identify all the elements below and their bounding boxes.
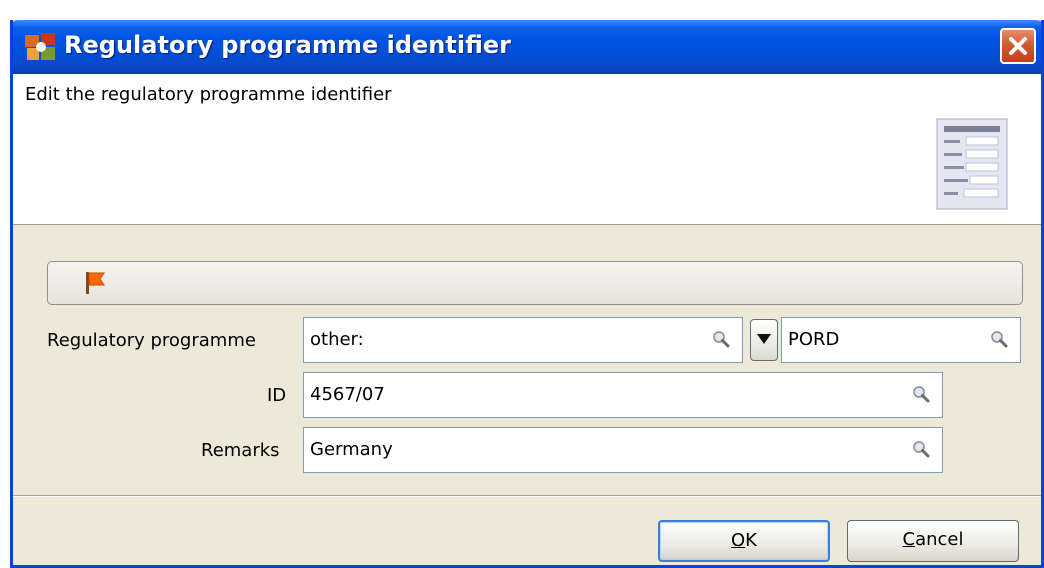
remarks-value: Germany	[310, 439, 393, 460]
form-document-icon	[936, 118, 1008, 210]
cancel-label-rest: ancel	[915, 529, 964, 550]
programme-dropdown-button[interactable]	[750, 319, 778, 361]
ok-label-rest: K	[745, 530, 757, 551]
triangle-down-icon	[757, 334, 771, 344]
ok-mnemonic: O	[731, 530, 746, 551]
form-panel: Regulatory programme other: PORD ID 4567…	[13, 225, 1041, 495]
dialog-description: Edit the regulatory programme identifier	[25, 84, 392, 105]
search-icon[interactable]	[990, 330, 1008, 348]
programme-code-field[interactable]: PORD	[781, 317, 1021, 363]
search-icon[interactable]	[712, 330, 730, 348]
search-icon[interactable]	[912, 440, 930, 458]
flag-toolbar[interactable]	[47, 261, 1023, 305]
cancel-button[interactable]: Cancel	[847, 520, 1019, 562]
regulatory-programme-label: Regulatory programme	[47, 330, 256, 351]
remarks-label: Remarks	[201, 440, 280, 461]
remarks-field[interactable]: Germany	[303, 427, 943, 473]
close-button[interactable]	[1000, 28, 1036, 64]
title-bar[interactable]: Regulatory programme identifier	[13, 20, 1041, 74]
search-icon[interactable]	[912, 385, 930, 403]
id-field[interactable]: 4567/07	[303, 372, 943, 418]
id-value: 4567/07	[310, 384, 385, 405]
dialog-window: Regulatory programme identifier Edit the…	[10, 20, 1044, 568]
programme-code-value: PORD	[788, 329, 840, 350]
regulatory-programme-value: other:	[310, 329, 364, 350]
flag-icon[interactable]	[84, 270, 106, 296]
cancel-mnemonic: C	[902, 529, 916, 550]
header-panel: Edit the regulatory programme identifier	[13, 74, 1041, 225]
button-separator	[13, 495, 1041, 497]
regulatory-programme-field[interactable]: other:	[303, 317, 743, 363]
id-label: ID	[267, 385, 287, 406]
dialog-title: Regulatory programme identifier	[64, 31, 511, 59]
ok-button[interactable]: OK	[658, 520, 830, 562]
close-icon	[1009, 37, 1027, 55]
app-logo-icon	[25, 33, 55, 60]
